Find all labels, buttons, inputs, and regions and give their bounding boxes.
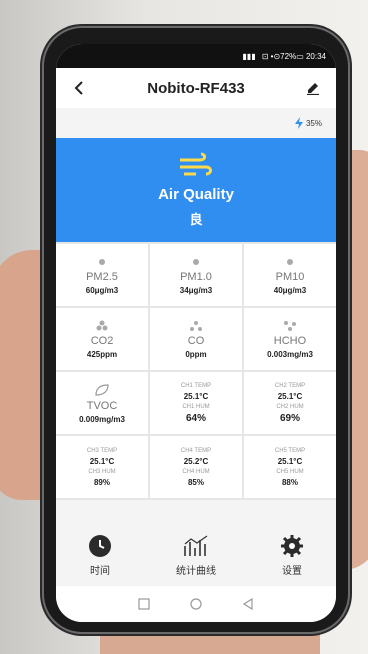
- air-quality-banner: Air Quality 良: [56, 138, 336, 242]
- sensor-value: 0ppm: [185, 349, 207, 359]
- sensor-pm10-small: PM1.0 34μg/m3: [150, 244, 242, 306]
- lightning-icon: [294, 117, 303, 129]
- sensor-grid: PM2.5 60μg/m3 PM1.0 34μg/m3 PM10 40μg/m3…: [56, 242, 336, 500]
- bottom-tab-bar: 时间 统计曲线 设置: [56, 524, 336, 586]
- hcho-icon: [284, 320, 296, 331]
- battery-percent: 35%: [305, 118, 322, 128]
- sensor-value: 0.009mg/m3: [79, 414, 125, 424]
- back-button[interactable]: [68, 77, 90, 99]
- channel-5: CH5 TEMP 25.1°C CH5 HUM 88%: [244, 436, 336, 498]
- chevron-left-icon: [74, 81, 83, 95]
- status-bar: ▮▮▮ ⊡ •⊙72%▭ 20:34: [56, 44, 336, 68]
- sensor-co: CO 0ppm: [150, 308, 242, 370]
- page-title: Nobito-RF433: [147, 79, 245, 97]
- sensor-pm10: PM10 40μg/m3: [244, 244, 336, 306]
- status-text: ⊡ •⊙72%▭ 20:34: [261, 51, 326, 61]
- tab-label: 统计曲线: [176, 565, 216, 577]
- air-quality-label: Air Quality: [158, 186, 234, 203]
- sensor-name: PM10: [275, 270, 305, 283]
- hum-label: CH2 HUM: [276, 403, 304, 410]
- sensor-value: 34μg/m3: [179, 285, 213, 295]
- sensor-value: 425ppm: [86, 349, 118, 359]
- sensor-tvoc: TVOC 0.009mg/m3: [56, 372, 148, 434]
- wind-icon: [180, 152, 212, 176]
- phone-screen: ▮▮▮ ⊡ •⊙72%▭ 20:34 Nobito-RF433 35% Air: [56, 44, 336, 622]
- hum-label: CH3 HUM: [88, 468, 116, 475]
- leaf-icon: [95, 383, 109, 396]
- chart-icon: [184, 535, 208, 556]
- tab-settings[interactable]: 设置: [280, 534, 304, 577]
- tab-label: 设置: [282, 565, 302, 577]
- temp-value: 25.1°C: [277, 456, 303, 466]
- signal-icon: ▮▮▮: [242, 51, 256, 61]
- hum-label: CH5 HUM: [276, 468, 304, 475]
- hum-label: CH4 HUM: [182, 468, 210, 475]
- sensor-hcho: HCHO 0.003mg/m3: [244, 308, 336, 370]
- sensor-name: PM1.0: [180, 270, 212, 283]
- dust-icon: [99, 258, 105, 265]
- sensor-name: PM2.5: [86, 270, 118, 283]
- dust-icon: [287, 258, 293, 265]
- sensor-co2: CO2 425ppm: [56, 308, 148, 370]
- channel-4: CH4 TEMP 25.2°C CH4 HUM 85%: [150, 436, 242, 498]
- gear-icon: [281, 534, 303, 557]
- hum-value: 89%: [93, 477, 110, 487]
- tab-label: 时间: [90, 565, 110, 577]
- sensor-pm25: PM2.5 60μg/m3: [56, 244, 148, 306]
- temp-value: 25.2°C: [183, 456, 209, 466]
- back-nav-icon[interactable]: [242, 598, 254, 610]
- temp-label: CH1 TEMP: [180, 382, 212, 389]
- co-icon: [190, 320, 202, 331]
- channel-2: CH2 TEMP 25.1°C CH2 HUM 69%: [244, 372, 336, 434]
- hum-value: 85%: [187, 477, 204, 487]
- edit-button[interactable]: [302, 77, 324, 99]
- temp-value: 25.1°C: [89, 456, 115, 466]
- sensor-value: 40μg/m3: [273, 285, 307, 295]
- temp-value: 25.1°C: [183, 391, 209, 401]
- temp-value: 25.1°C: [277, 391, 303, 401]
- co2-icon: [96, 320, 108, 330]
- battery-row: 35%: [56, 108, 336, 138]
- temp-label: CH5 TEMP: [274, 447, 306, 454]
- sensor-name: CO: [187, 334, 205, 347]
- temp-label: CH3 TEMP: [86, 447, 118, 454]
- sensor-value: 0.003mg/m3: [267, 349, 313, 359]
- temp-label: CH4 TEMP: [180, 447, 212, 454]
- clock-icon: [89, 534, 111, 557]
- hum-label: CH1 HUM: [182, 403, 210, 410]
- edit-icon: [307, 83, 319, 95]
- sensor-name: CO2: [90, 334, 114, 347]
- channel-3: CH3 TEMP 25.1°C CH3 HUM 89%: [56, 436, 148, 498]
- sensor-value: 60μg/m3: [85, 285, 119, 295]
- dust-icon: [193, 258, 199, 265]
- hum-value: 88%: [281, 477, 298, 487]
- temp-label: CH2 TEMP: [274, 382, 306, 389]
- hum-value: 64%: [185, 412, 206, 424]
- tab-statistics[interactable]: 统计曲线: [176, 534, 216, 577]
- tab-time[interactable]: 时间: [88, 534, 112, 577]
- recents-icon[interactable]: [138, 598, 150, 610]
- system-nav-bar: [56, 586, 336, 622]
- sensor-name: HCHO: [273, 334, 307, 347]
- home-icon[interactable]: [190, 598, 202, 610]
- sensor-name: TVOC: [86, 399, 118, 412]
- hum-value: 69%: [279, 412, 300, 424]
- channel-1: CH1 TEMP 25.1°C CH1 HUM 64%: [150, 372, 242, 434]
- app-bar: Nobito-RF433: [56, 68, 336, 108]
- air-quality-value: 良: [189, 212, 203, 227]
